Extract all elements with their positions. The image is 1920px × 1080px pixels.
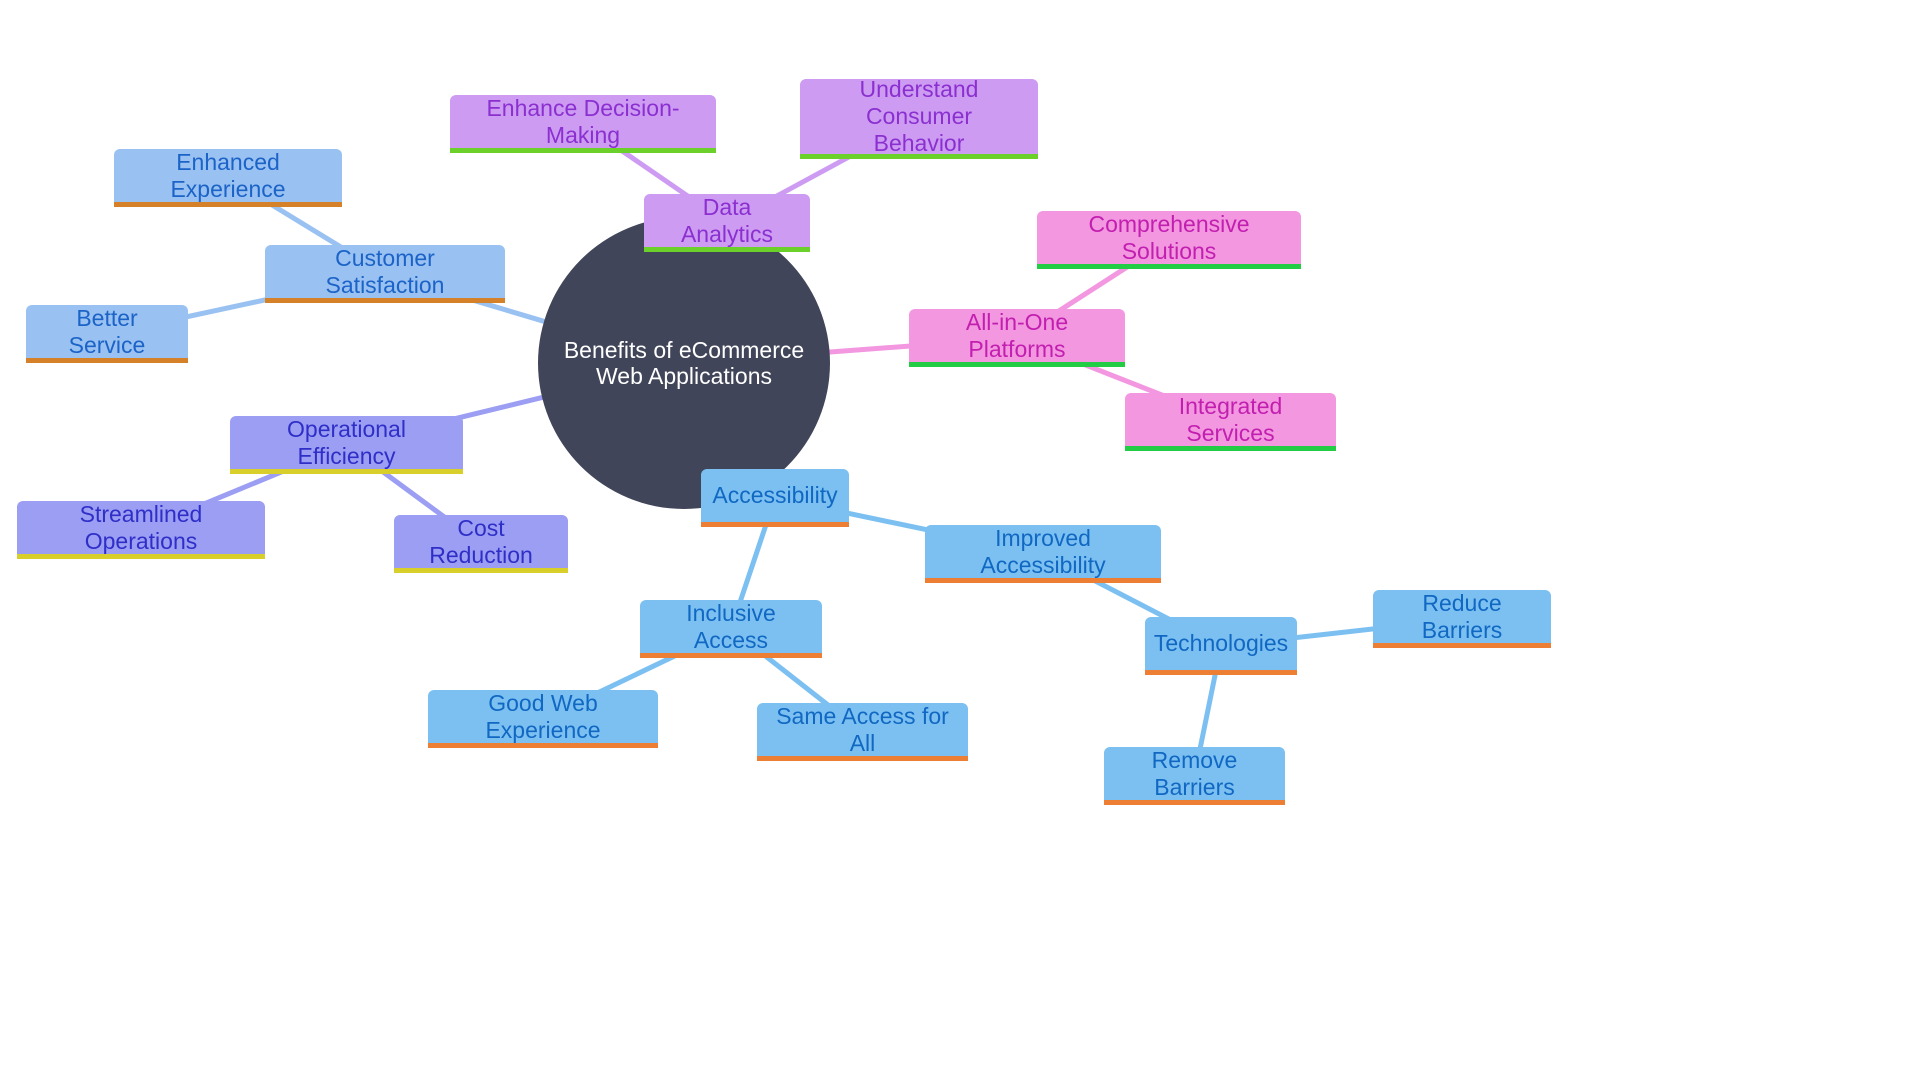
root-node[interactable]: Benefits of eCommerce Web Applications <box>538 217 830 509</box>
node-label: Cost Reduction <box>429 514 533 568</box>
node-good-web-experience[interactable]: Good Web Experience <box>428 690 658 748</box>
node-label: Accessibility <box>712 482 838 508</box>
node-streamlined-operations[interactable]: Streamlined Operations <box>17 501 265 559</box>
node-label: Reduce Barriers <box>1421 589 1503 643</box>
node-label: Remove Barriers <box>1151 746 1238 800</box>
node-label: Better Service <box>68 304 146 358</box>
node-label: Integrated Services <box>1178 392 1283 446</box>
node-enhanced-experience[interactable]: Enhanced Experience <box>114 149 342 207</box>
node-label: Customer Satisfaction <box>325 244 445 298</box>
node-operational-efficiency[interactable]: Operational Efficiency <box>230 416 463 474</box>
node-accessibility[interactable]: Accessibility <box>701 469 849 527</box>
node-technologies[interactable]: Technologies <box>1145 617 1297 675</box>
node-cost-reduction[interactable]: Cost Reduction <box>394 515 568 573</box>
node-label: Streamlined Operations <box>79 500 203 554</box>
node-better-service[interactable]: Better Service <box>26 305 188 363</box>
node-data-analytics[interactable]: Data Analytics <box>644 194 810 252</box>
node-label: Enhanced Experience <box>170 148 286 202</box>
node-same-access-for-all[interactable]: Same Access for All <box>757 703 968 761</box>
node-label: Comprehensive Solutions <box>1088 210 1250 264</box>
node-label: Operational Efficiency <box>287 415 406 469</box>
root-node-label: Benefits of eCommerce Web Applications <box>563 337 805 389</box>
node-remove-barriers[interactable]: Remove Barriers <box>1104 747 1285 805</box>
node-improved-accessibility[interactable]: Improved Accessibility <box>925 525 1161 583</box>
node-label: All-in-One Platforms <box>965 308 1069 362</box>
node-customer-satisfaction[interactable]: Customer Satisfaction <box>265 245 505 303</box>
mindmap-canvas: Benefits of eCommerce Web Applications C… <box>0 0 1920 1080</box>
node-comprehensive-solutions[interactable]: Comprehensive Solutions <box>1037 211 1301 269</box>
node-label: Technologies <box>1153 630 1289 656</box>
node-label: Good Web Experience <box>485 689 601 743</box>
node-label: Understand Consumer Behavior <box>859 76 979 156</box>
node-understand-consumer-behavior[interactable]: Understand Consumer Behavior <box>800 76 1038 159</box>
node-label: Data Analytics <box>680 193 774 247</box>
node-label: Improved Accessibility <box>980 524 1106 578</box>
node-enhance-decision-making[interactable]: Enhance Decision-Making <box>450 95 716 153</box>
node-label: Inclusive Access <box>686 599 776 653</box>
node-label: Same Access for All <box>776 702 949 756</box>
node-integrated-services[interactable]: Integrated Services <box>1125 393 1336 451</box>
node-all-in-one-platforms[interactable]: All-in-One Platforms <box>909 309 1125 367</box>
node-label: Enhance Decision-Making <box>486 94 680 148</box>
node-reduce-barriers[interactable]: Reduce Barriers <box>1373 590 1551 648</box>
node-inclusive-access[interactable]: Inclusive Access <box>640 600 822 658</box>
